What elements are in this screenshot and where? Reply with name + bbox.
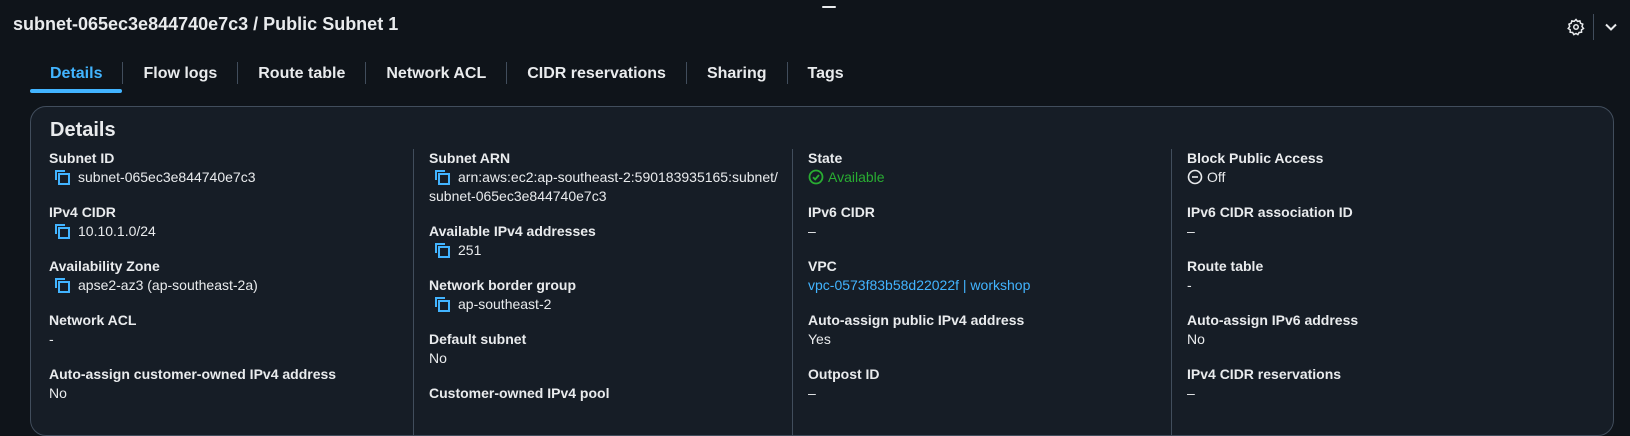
block-public-access-value: Off [1207, 169, 1226, 185]
availability-zone-field: Availability Zone apse2-az3 (ap-southeas… [49, 257, 409, 295]
available-ipv4-value: 251 [458, 242, 482, 258]
ipv4-cidr-reservations-value: – [1187, 385, 1195, 401]
copy-icon[interactable] [53, 222, 72, 241]
ipv6-cidr-field: IPv6 CIDR – [808, 203, 1158, 241]
success-icon [808, 169, 824, 185]
block-public-access-label: Block Public Access [1187, 150, 1324, 166]
outpost-id-label: Outpost ID [808, 366, 880, 382]
tab-details[interactable]: Details [30, 58, 123, 93]
network-acl-label: Network ACL [49, 312, 137, 328]
gear-icon[interactable] [1565, 16, 1587, 38]
state-value: Available [828, 169, 885, 185]
auto-assign-public-ipv4-label: Auto-assign public IPv4 address [808, 312, 1025, 328]
vpc-field: VPC vpc-0573f83b58d22022f | workshop [808, 257, 1158, 295]
network-border-group-value: ap-southeast-2 [458, 296, 552, 312]
tab-cidr-reservations[interactable]: CIDR reservations [507, 58, 686, 92]
column-divider [413, 149, 414, 435]
state-field: State Available [808, 149, 1158, 187]
auto-assign-public-ipv4-value: Yes [808, 331, 831, 347]
tab-sharing[interactable]: Sharing [687, 58, 787, 92]
auto-assign-customer-ipv4-value: No [49, 385, 67, 401]
ipv4-cidr-value: 10.10.1.0/24 [78, 223, 156, 239]
copy-icon[interactable] [433, 168, 452, 187]
details-column-4: Block Public Access Off IPv6 CIDR associ… [1187, 149, 1587, 435]
header-actions [1565, 14, 1622, 40]
ipv4-cidr-reservations-label: IPv4 CIDR reservations [1187, 366, 1342, 382]
tab-tags[interactable]: Tags [788, 58, 864, 92]
subnet-id-field: Subnet ID subnet-065ec3e844740e7c3 [49, 149, 409, 187]
page-title: subnet-065ec3e844740e7c3 / Public Subnet… [13, 14, 399, 34]
default-subnet-field: Default subnet No [429, 330, 799, 368]
network-acl-field: Network ACL - [49, 311, 409, 349]
tab-list: Details Flow logs Route table Network AC… [30, 58, 864, 93]
ipv6-association-id-value: – [1187, 223, 1195, 239]
auto-assign-ipv6-value: No [1187, 331, 1205, 347]
customer-owned-pool-label: Customer-owned IPv4 pool [429, 385, 610, 401]
state-label: State [808, 150, 843, 166]
column-divider [792, 149, 793, 435]
subnet-arn-value-line2: subnet-065ec3e844740e7c3 [429, 188, 607, 204]
route-table-field: Route table - [1187, 257, 1587, 295]
column-divider [1171, 149, 1172, 435]
ipv6-association-id-field: IPv6 CIDR association ID – [1187, 203, 1587, 241]
network-border-group-label: Network border group [429, 277, 577, 293]
auto-assign-public-ipv4-field: Auto-assign public IPv4 address Yes [808, 311, 1158, 349]
route-table-label: Route table [1187, 258, 1264, 274]
details-heading: Details [50, 119, 116, 141]
tab-route-table[interactable]: Route table [238, 58, 365, 92]
details-column-2: Subnet ARN arn:aws:ec2:ap-southeast-2:59… [429, 149, 799, 435]
details-column-3: State Available IPv6 CIDR – VPC vpc-0573… [808, 149, 1158, 435]
vpc-link[interactable]: vpc-0573f83b58d22022f | workshop [808, 276, 1030, 295]
tab-flow-logs[interactable]: Flow logs [123, 58, 237, 92]
auto-assign-ipv6-label: Auto-assign IPv6 address [1187, 312, 1359, 328]
available-ipv4-label: Available IPv4 addresses [429, 223, 596, 239]
availability-zone-value: apse2-az3 (ap-southeast-2a) [78, 277, 258, 293]
subnet-arn-field: Subnet ARN arn:aws:ec2:ap-southeast-2:59… [429, 149, 799, 206]
copy-icon[interactable] [53, 168, 72, 187]
subnet-arn-value-line1: arn:aws:ec2:ap-southeast-2:590183935165:… [458, 169, 778, 185]
page-header: subnet-065ec3e844740e7c3 / Public Subnet… [0, 0, 1630, 54]
default-subnet-label: Default subnet [429, 331, 527, 347]
copy-icon[interactable] [53, 276, 72, 295]
chevron-down-icon[interactable] [1600, 16, 1622, 38]
subnet-arn-label: Subnet ARN [429, 150, 511, 166]
details-column-1: Subnet ID subnet-065ec3e844740e7c3 IPv4 … [49, 149, 409, 435]
header-divider [1593, 14, 1594, 40]
off-status-icon [1187, 169, 1203, 185]
block-public-access-field: Block Public Access Off [1187, 149, 1587, 187]
auto-assign-ipv6-field: Auto-assign IPv6 address No [1187, 311, 1587, 349]
subnet-id-value: subnet-065ec3e844740e7c3 [78, 169, 256, 185]
ipv6-association-id-label: IPv6 CIDR association ID [1187, 204, 1353, 220]
ipv6-cidr-label: IPv6 CIDR [808, 204, 875, 220]
copy-icon[interactable] [433, 295, 452, 314]
availability-zone-label: Availability Zone [49, 258, 160, 274]
network-border-group-field: Network border group ap-southeast-2 [429, 276, 799, 314]
ipv6-cidr-value: – [808, 223, 816, 239]
outpost-id-field: Outpost ID – [808, 365, 1158, 403]
network-acl-value: - [49, 331, 54, 347]
default-subnet-value: No [429, 350, 447, 366]
ipv4-cidr-field: IPv4 CIDR 10.10.1.0/24 [49, 203, 409, 241]
details-panel: Details Subnet ID subnet-065ec3e844740e7… [30, 106, 1614, 436]
resize-handle[interactable] [822, 6, 836, 8]
tab-network-acl[interactable]: Network ACL [366, 58, 506, 92]
auto-assign-customer-ipv4-field: Auto-assign customer-owned IPv4 address … [49, 365, 409, 403]
copy-icon[interactable] [433, 241, 452, 260]
vpc-label: VPC [808, 258, 837, 274]
customer-owned-pool-field: Customer-owned IPv4 pool [429, 384, 799, 403]
ipv4-cidr-label: IPv4 CIDR [49, 204, 116, 220]
auto-assign-customer-ipv4-label: Auto-assign customer-owned IPv4 address [49, 366, 337, 382]
outpost-id-value: – [808, 385, 816, 401]
ipv4-cidr-reservations-field: IPv4 CIDR reservations – [1187, 365, 1587, 403]
available-ipv4-field: Available IPv4 addresses 251 [429, 222, 799, 260]
route-table-value: - [1187, 277, 1192, 293]
subnet-id-label: Subnet ID [49, 150, 115, 166]
